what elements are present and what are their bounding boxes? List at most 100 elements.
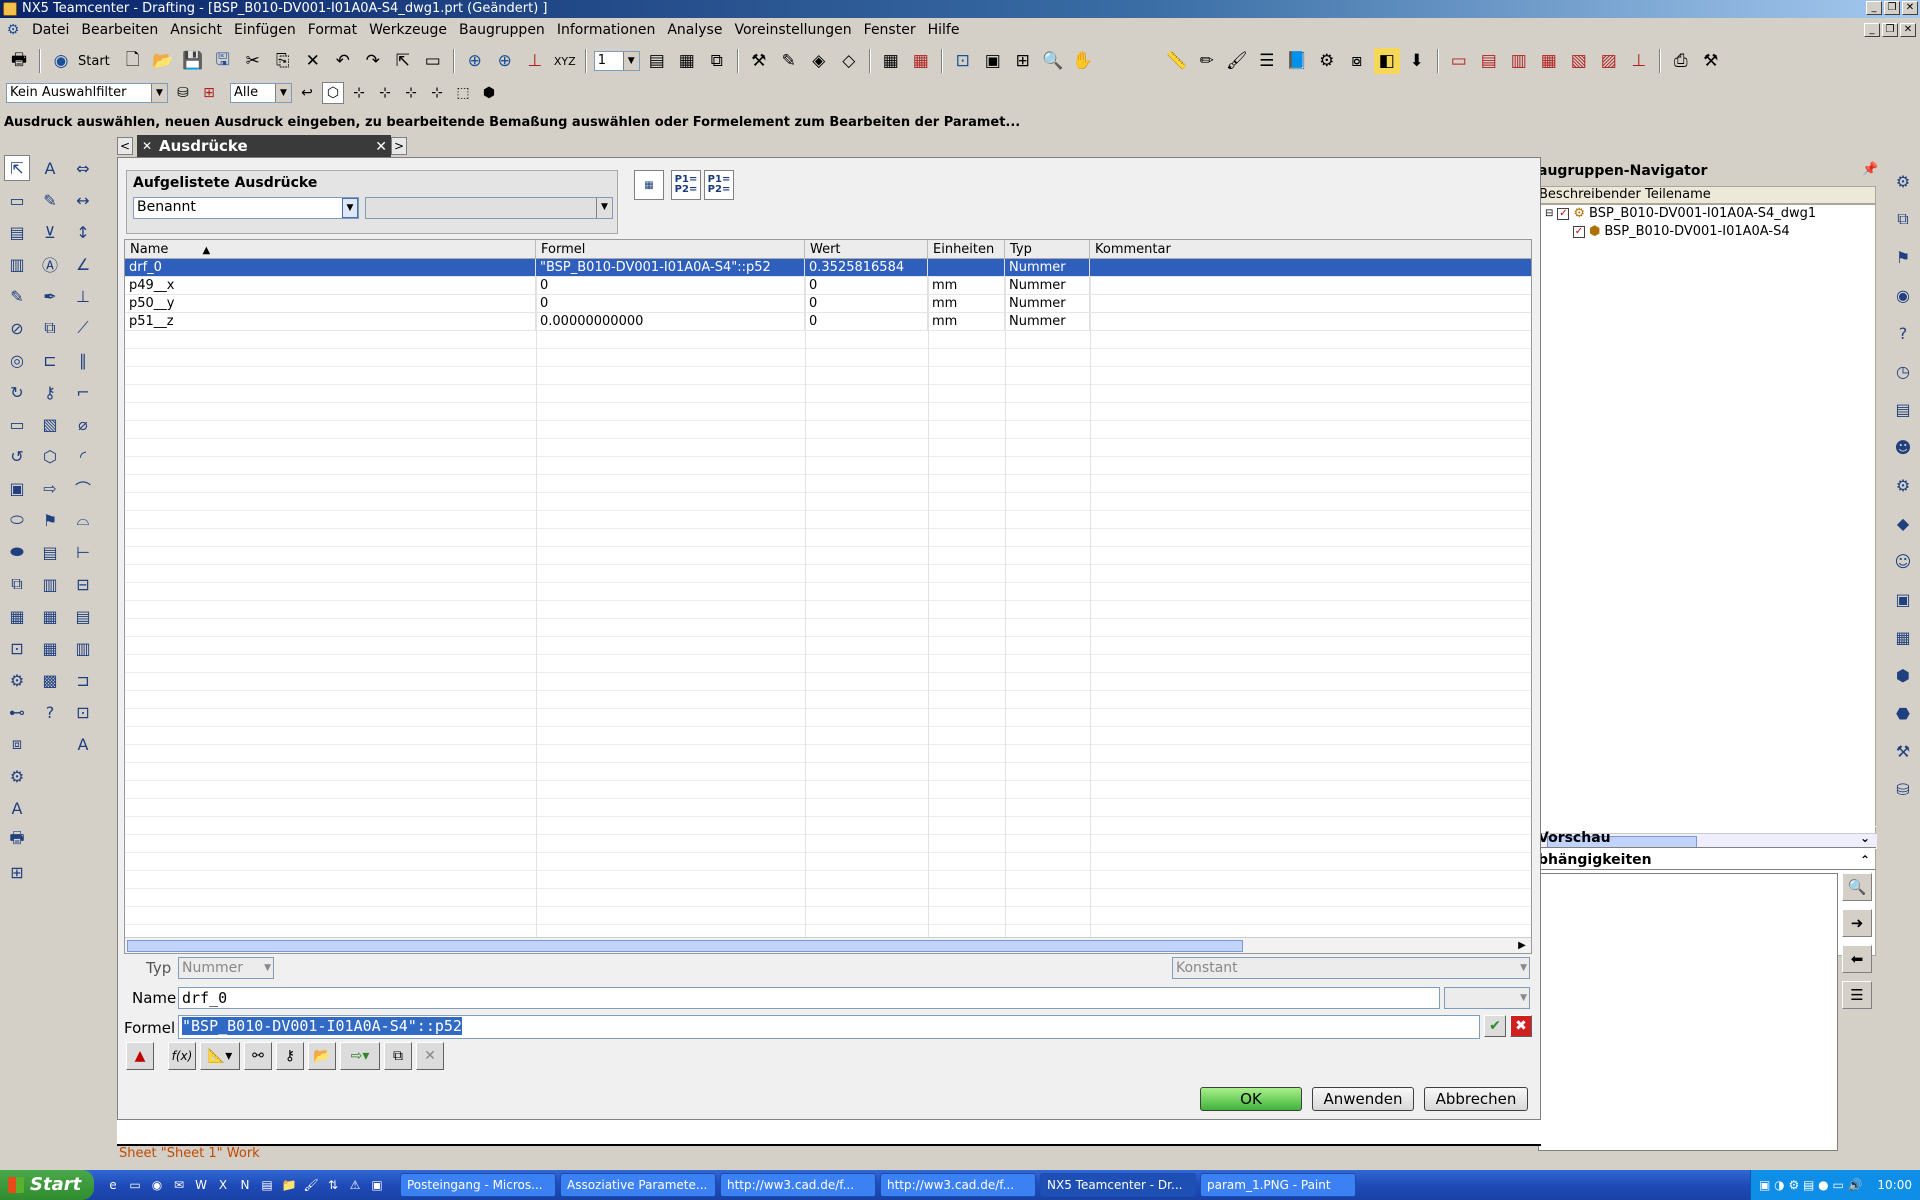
palette-icon[interactable]: ▤ — [1890, 396, 1916, 422]
menu-analyse[interactable]: Analyse — [661, 22, 728, 38]
nx-menu-icon[interactable]: ⚙ — [4, 22, 22, 38]
note-annotation-icon[interactable]: A — [70, 731, 96, 757]
search-icon[interactable]: 🔍 — [1842, 873, 1872, 901]
gear-icon[interactable]: ⚙ — [4, 667, 30, 693]
mark-icon[interactable]: ⚑ — [37, 507, 63, 533]
pan-icon[interactable]: ✋ — [1070, 48, 1096, 74]
arc-length-icon[interactable]: ⌒ — [70, 475, 96, 501]
tray-icons[interactable]: ▣ ◑ ⚙ ▤ ● ▭ 🔊 — [1759, 1170, 1863, 1200]
new-file-icon[interactable]: 🗋 — [120, 48, 146, 74]
menu-informationen[interactable]: Informationen — [551, 22, 662, 38]
user-icon[interactable]: ☺ — [1890, 548, 1916, 574]
web-browser-icon[interactable]: ◉ — [1890, 282, 1916, 308]
chevron-up-icon[interactable]: ⌃ — [1860, 849, 1870, 871]
task-nx[interactable]: NX5 Teamcenter - Dr... — [1040, 1173, 1196, 1197]
shape-library-icon[interactable]: ⬢ — [1890, 662, 1916, 688]
baseline-dimension-icon[interactable]: ⌐ — [70, 379, 96, 405]
edit-object-icon[interactable]: ✎ — [776, 48, 802, 74]
menu-datei[interactable]: Datei — [26, 22, 75, 38]
leader-icon[interactable]: ⊷ — [4, 699, 30, 725]
pattern-icon[interactable]: ▦ — [4, 603, 30, 629]
ordinate-dimension-icon[interactable]: ⊢ — [70, 539, 96, 565]
maximize-button[interactable]: ❐ — [1884, 1, 1900, 15]
curve-dimension-icon[interactable]: ⌓ — [70, 507, 96, 533]
task-browser-1[interactable]: http://ww3.cad.de/f... — [720, 1173, 876, 1197]
table-icon[interactable]: ▦ — [37, 635, 63, 661]
view-boundary-icon[interactable]: ▭ — [4, 411, 30, 437]
tabular-dimension-icon[interactable]: ▥ — [70, 635, 96, 661]
menu-fenster[interactable]: Fenster — [858, 22, 922, 38]
task-paint[interactable]: param_1.PNG - Paint — [1200, 1173, 1356, 1197]
bookmark-icon[interactable]: ⚑ — [1890, 244, 1916, 270]
roles-icon[interactable]: ☻ — [1890, 434, 1916, 460]
apply-button[interactable]: Anwenden — [1312, 1087, 1414, 1111]
grid-snap-icon[interactable]: ▦ — [908, 48, 934, 74]
paint-icon[interactable]: 🖌 — [302, 1176, 320, 1194]
scope-select[interactable]: Alle ▼ — [230, 83, 292, 103]
history-icon[interactable]: ◷ — [1890, 358, 1916, 384]
wcs-icon[interactable]: ⊥ — [522, 48, 548, 74]
excel-icon[interactable]: X — [214, 1176, 232, 1194]
column-header-type[interactable]: Typ — [1005, 240, 1090, 258]
copy-view-icon[interactable]: ⧉ — [37, 315, 63, 341]
column-header-comment[interactable]: Kommentar — [1090, 240, 1531, 258]
update-icon[interactable]: ⇨▾ — [340, 1042, 380, 1070]
shape-icon[interactable]: ⬡ — [37, 443, 63, 469]
part-navigator-icon[interactable]: 📘 — [1284, 48, 1310, 74]
parts-list-icon[interactable]: ☰ — [1254, 48, 1280, 74]
snap-point-icon[interactable]: ⊕ — [462, 48, 488, 74]
menu-hilfe[interactable]: Hilfe — [922, 22, 966, 38]
delete-icon[interactable]: ✕ — [300, 48, 326, 74]
help-icon[interactable]: ? — [37, 699, 63, 725]
list-options-icon[interactable]: ☰ — [1842, 981, 1872, 1009]
tool-icon[interactable]: ⚒ — [1698, 48, 1724, 74]
notes-icon[interactable]: ▤ — [258, 1176, 276, 1194]
database-icon[interactable]: ⛁ — [1890, 776, 1916, 802]
cog-icon[interactable]: ⚙ — [4, 763, 30, 789]
edit-sheet-icon[interactable]: ✎ — [4, 283, 30, 309]
drawing-sheet-icon[interactable]: ▭ — [1446, 48, 1472, 74]
column-header-value[interactable]: Wert — [805, 240, 928, 258]
select-icon[interactable]: ⇱ — [390, 48, 416, 74]
chain-dimension-icon[interactable]: ⊟ — [70, 571, 96, 597]
component-icon[interactable]: ⧇ — [1344, 48, 1370, 74]
layer-move-icon[interactable]: ⧉ — [704, 48, 730, 74]
table-row[interactable]: p49__x 0 0 mm Nummer — [125, 277, 1531, 295]
monitor-icon[interactable]: ▣ — [368, 1176, 386, 1194]
assembly-navigator-icon[interactable]: ⚙ — [1890, 168, 1916, 194]
region-icon[interactable]: ⧈ — [4, 731, 30, 757]
layer-visible-icon[interactable]: ▦ — [674, 48, 700, 74]
nx-icon[interactable]: N — [236, 1176, 254, 1194]
arrow-left-icon[interactable]: ⬅ — [1842, 945, 1872, 973]
general-filter-icon[interactable]: ⊞ — [198, 82, 220, 104]
annotation-icon[interactable]: ✏ — [1194, 48, 1220, 74]
ruler-icon[interactable]: 📏 — [1164, 48, 1190, 74]
snap-endpoint-icon[interactable]: ⊹ — [348, 82, 370, 104]
import-expressions-icon[interactable]: P1= P2= — [671, 170, 701, 200]
snap-mode-icon[interactable]: ⬡ — [322, 82, 344, 104]
menu-ansicht[interactable]: Ansicht — [164, 22, 228, 38]
menu-format[interactable]: Format — [302, 22, 363, 38]
print-icon[interactable]: 🖶 — [6, 48, 32, 74]
clock[interactable]: 10:00 — [1877, 1178, 1912, 1192]
hole-dimension-icon[interactable]: ⌀ — [70, 411, 96, 437]
mdi-close-button[interactable]: ✕ — [1900, 23, 1916, 37]
reference-icon[interactable]: ⚯ — [244, 1042, 272, 1070]
block-icon[interactable]: ▤ — [37, 539, 63, 565]
formula-input[interactable]: "BSP_B010-DV001-I01A0A-S4"::p52 — [178, 1015, 1480, 1039]
browser-icon[interactable]: ◉ — [148, 1176, 166, 1194]
zoom-icon[interactable]: 🔍 — [1040, 48, 1066, 74]
save-as-icon[interactable]: 🖫 — [210, 48, 236, 74]
xyz-icon[interactable]: XYZ — [552, 48, 578, 74]
cylinder-section-icon[interactable]: ⬬ — [4, 539, 30, 565]
close-icon[interactable]: ✕ — [375, 136, 387, 158]
chamfer-dimension-icon[interactable]: ⟋ — [70, 315, 96, 341]
undo-icon[interactable]: ↶ — [330, 48, 356, 74]
accept-formula-icon[interactable]: ✔ — [1484, 1015, 1506, 1037]
ie-icon[interactable]: e — [104, 1176, 122, 1194]
column-header-formula[interactable]: Formel — [536, 240, 805, 258]
material-icon[interactable]: ◆ — [1890, 510, 1916, 536]
menu-baugruppen[interactable]: Baugruppen — [453, 22, 551, 38]
find-expression-icon[interactable]: ⚷ — [276, 1042, 304, 1070]
tab-next-button[interactable]: > — [391, 137, 407, 155]
